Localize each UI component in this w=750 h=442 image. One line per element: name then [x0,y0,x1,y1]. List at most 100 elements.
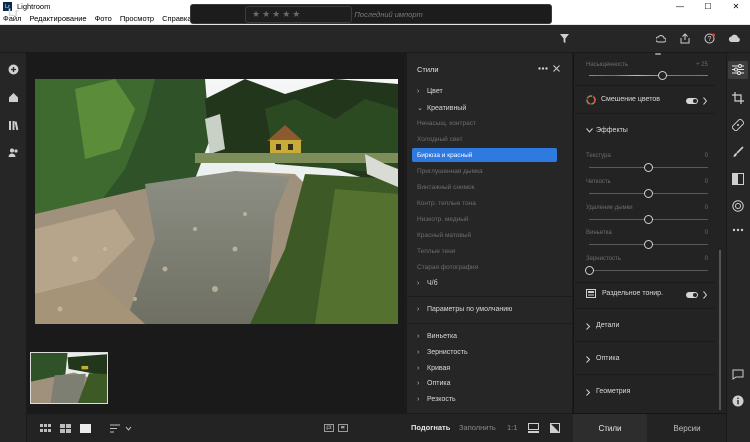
color-mix-toggle[interactable] [686,98,698,104]
preset-item[interactable]: Контр. теплые тона [417,200,476,207]
chevron-right-icon: › [417,306,420,313]
brush-icon[interactable] [732,146,744,158]
chevron-right-icon: › [417,380,420,387]
cloud-icon[interactable] [656,34,666,44]
saturation-slider-track[interactable] [589,75,708,76]
tab-versions[interactable]: Версии [648,414,726,442]
divider [575,282,715,283]
preset-group-grain[interactable]: › Зернистость [417,349,468,356]
effects-header[interactable]: Эффекты [596,127,628,134]
optics-section[interactable]: Оптика [596,355,619,362]
chevron-right-icon[interactable] [703,291,707,299]
menu-photo[interactable]: Фото [95,14,112,23]
split-toning-icon [586,289,596,298]
preset-item[interactable]: Старая фотография [417,264,478,271]
grain-slider-track[interactable] [589,270,708,271]
texture-slider-handle[interactable] [644,163,653,172]
preset-item[interactable]: Холодный свет [417,136,463,143]
color-mix-label[interactable]: Смешение цветов [601,96,660,103]
texture-value[interactable]: 0 [693,153,708,159]
linear-gradient-icon[interactable] [732,173,744,185]
help-icon[interactable]: ? [704,33,715,44]
info-icon[interactable] [732,395,744,407]
radial-gradient-icon[interactable] [732,200,744,212]
flag-reject-icon[interactable] [338,424,348,432]
healing-brush-icon[interactable] [732,119,744,131]
crop-icon[interactable] [732,92,744,104]
star-rating[interactable]: ★★★★★ [252,9,302,20]
menu-view[interactable]: Просмотр [120,14,154,23]
preset-group-bw[interactable]: › Ч/б [417,280,438,287]
preset-item[interactable]: Приглушенная дымка [417,168,483,175]
preset-group-vignette[interactable]: › Виньетка [417,333,457,340]
chevron-down-icon: ⌄ [417,105,423,112]
preset-group-optics[interactable]: › Оптика [417,380,450,387]
menu-edit[interactable]: Редактирование [29,14,86,23]
clarity-slider-handle[interactable] [644,189,653,198]
maximize-button[interactable]: ☐ [694,0,722,13]
compare-view-icon[interactable] [528,423,539,433]
before-after-icon[interactable] [550,423,560,433]
chevron-right-icon[interactable] [703,97,707,105]
edit-panel-scrollbar[interactable] [719,250,721,410]
saturation-label: Насыщенность [586,62,629,68]
zoom-fit-button[interactable]: Подогнать [411,423,450,432]
add-photo-icon[interactable] [8,64,19,75]
square-grid-icon[interactable] [40,424,51,433]
close-panel-icon[interactable] [553,65,560,72]
close-window-button[interactable]: ✕ [722,0,750,13]
vignette-value[interactable]: 0 [693,230,708,236]
preset-item-selected-label[interactable]: Бирюза и красный [417,152,472,159]
preset-group-curve[interactable]: › Кривая [417,365,450,372]
photo-grid-icon[interactable] [60,424,71,433]
svg-text:?: ? [708,36,712,43]
more-options-icon[interactable] [538,67,548,70]
zoom-1to1-button[interactable]: 1:1 [507,423,517,432]
cloud-sync-icon[interactable] [728,33,742,44]
edit-sliders-icon[interactable] [732,64,744,75]
detail-view-icon[interactable] [80,424,91,433]
clarity-value[interactable]: 0 [693,179,708,185]
more-tools-icon[interactable] [732,227,744,233]
people-icon[interactable] [8,147,19,158]
comment-icon[interactable] [732,369,744,380]
sort-icon[interactable] [110,424,132,433]
zoom-fill-button[interactable]: Заполнить [459,423,496,432]
chevron-right-icon[interactable] [586,323,590,330]
grain-value[interactable]: 0 [693,256,708,262]
preset-group-color[interactable]: › Цвет [417,88,443,95]
lr-logo[interactable]: Lr [8,7,19,19]
preset-group-sharpness[interactable]: › Резкость [417,396,456,403]
flag-pick-icon[interactable] [324,424,334,432]
filter-icon[interactable] [560,34,569,43]
dehaze-value[interactable]: 0 [693,205,708,211]
minimize-button[interactable]: — [666,0,694,13]
split-toning-label[interactable]: Раздельное тонир. [602,290,663,297]
home-icon[interactable] [8,92,19,103]
chevron-down-icon[interactable] [586,128,593,133]
vignette-slider-handle[interactable] [644,240,653,249]
preset-item[interactable]: Теплые тени [417,248,455,255]
preset-item[interactable]: Низкотр. медный [417,216,469,223]
filmstrip-thumbnail[interactable] [30,352,108,404]
preset-item[interactable]: Ненасыщ. контраст [417,120,476,127]
library-icon[interactable] [8,120,19,131]
main-photo[interactable] [35,79,398,324]
rating-stars[interactable]: ★★★★★ [245,6,352,23]
menu-help[interactable]: Справка [162,14,191,23]
geometry-section[interactable]: Геометрия [596,388,630,395]
split-toning-toggle[interactable] [686,292,698,298]
saturation-value[interactable]: + 25 [693,62,708,68]
chevron-right-icon[interactable] [586,356,590,363]
tab-styles[interactable]: Стили [573,414,647,442]
preset-item[interactable]: Красный матовый [417,232,471,239]
details-section[interactable]: Детали [596,322,619,329]
preset-group-creative[interactable]: ⌄ Креативный [417,104,466,112]
dehaze-slider-handle[interactable] [644,215,653,224]
left-tool-strip [0,53,27,442]
preset-item[interactable]: Винтажный снимок [417,184,475,191]
share-icon[interactable] [680,33,690,44]
chevron-right-icon[interactable] [586,389,590,396]
preset-group-default[interactable]: › Параметры по умолчанию [417,306,512,313]
grain-slider-handle[interactable] [584,266,594,275]
